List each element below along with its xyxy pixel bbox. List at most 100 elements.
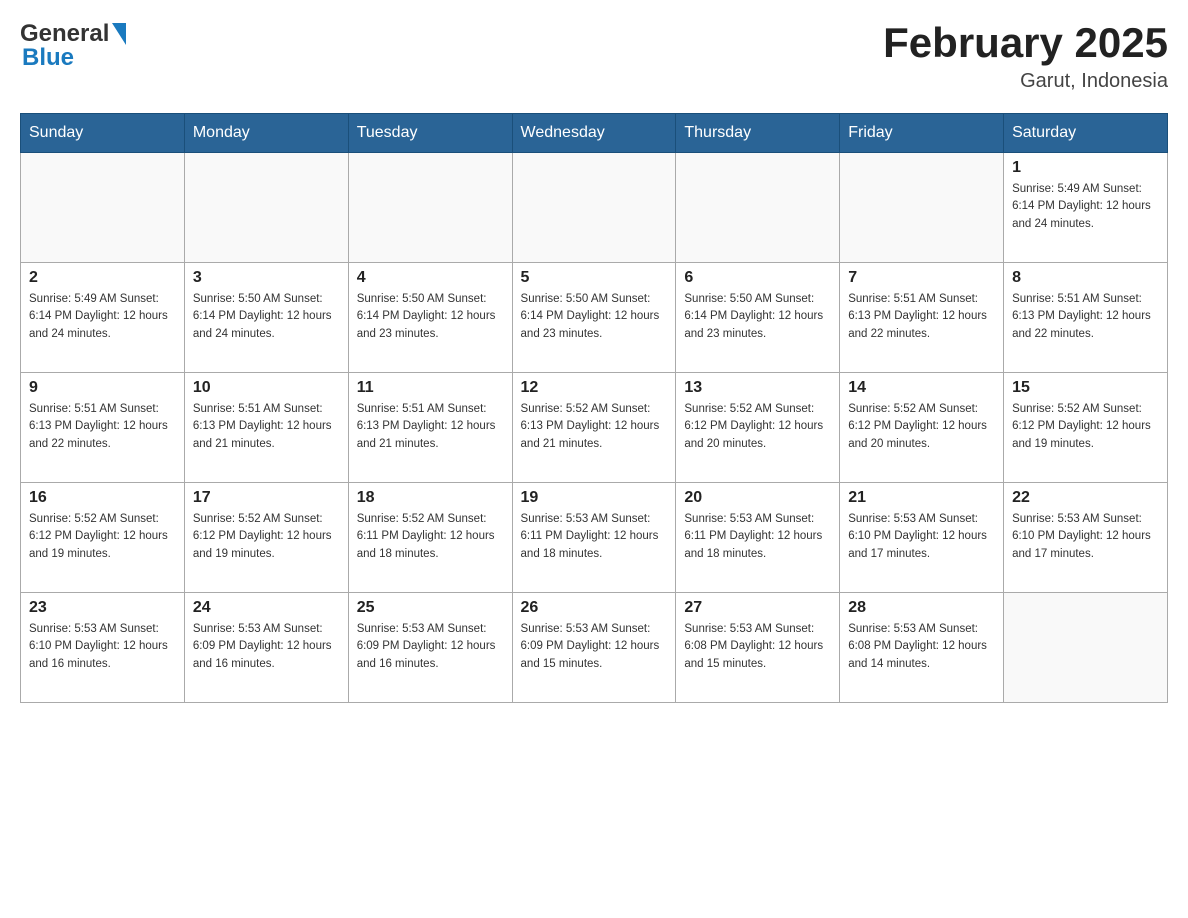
- day-number: 15: [1012, 379, 1159, 397]
- day-number: 22: [1012, 489, 1159, 507]
- calendar-cell: 17 Sunrise: 5:52 AM Sunset: 6:12 PM Dayli…: [184, 483, 348, 593]
- calendar-cell: 5 Sunrise: 5:50 AM Sunset: 6:14 PM Daylig…: [512, 263, 676, 373]
- day-number: 4: [357, 269, 504, 287]
- calendar-cell: 6Sunrise: 5:50 AM Sunset: 6:14 PM Daylig…: [676, 263, 840, 373]
- day-number: 2: [29, 269, 176, 287]
- day-info: Sunrise: 5:50 AM Sunset: 6:14 PM Dayligh…: [357, 291, 504, 343]
- day-info: Sunrise: 5:51 AM Sunset: 6:13 PM Dayligh…: [848, 291, 995, 343]
- calendar-cell: 8 Sunrise: 5:51 AM Sunset: 6:13 PM Daylig…: [1004, 263, 1168, 373]
- col-header-wednesday: Wednesday: [512, 114, 676, 153]
- day-number: 19: [521, 489, 668, 507]
- day-info: Sunrise: 5:52 AM Sunset: 6:12 PM Dayligh…: [29, 511, 176, 563]
- day-number: 13: [684, 379, 831, 397]
- calendar-cell: 26 Sunrise: 5:53 AM Sunset: 6:09 PM Dayli…: [512, 593, 676, 703]
- day-number: 6: [684, 269, 831, 287]
- day-number: 14: [848, 379, 995, 397]
- calendar-cell: [348, 153, 512, 263]
- day-info: Sunrise: 5:52 AM Sunset: 6:12 PM Dayligh…: [193, 511, 340, 563]
- day-number: 23: [29, 599, 176, 617]
- day-info: Sunrise: 5:51 AM Sunset: 6:13 PM Dayligh…: [1012, 291, 1159, 343]
- day-number: 28: [848, 599, 995, 617]
- calendar-table: SundayMondayTuesdayWednesdayThursdayFrid…: [20, 113, 1168, 703]
- day-info: Sunrise: 5:53 AM Sunset: 6:09 PM Dayligh…: [521, 621, 668, 673]
- calendar-cell: [512, 153, 676, 263]
- calendar-cell: 9Sunrise: 5:51 AM Sunset: 6:13 PM Daylig…: [21, 373, 185, 483]
- day-info: Sunrise: 5:51 AM Sunset: 6:13 PM Dayligh…: [29, 401, 176, 453]
- logo-blue-text: Blue: [22, 44, 74, 72]
- calendar-cell: 16 Sunrise: 5:52 AM Sunset: 6:12 PM Dayli…: [21, 483, 185, 593]
- col-header-saturday: Saturday: [1004, 114, 1168, 153]
- calendar-cell: 12 Sunrise: 5:52 AM Sunset: 6:13 PM Dayli…: [512, 373, 676, 483]
- day-info: Sunrise: 5:52 AM Sunset: 6:12 PM Dayligh…: [848, 401, 995, 453]
- day-info: Sunrise: 5:53 AM Sunset: 6:10 PM Dayligh…: [848, 511, 995, 563]
- day-info: Sunrise: 5:53 AM Sunset: 6:08 PM Dayligh…: [848, 621, 995, 673]
- day-info: Sunrise: 5:53 AM Sunset: 6:10 PM Dayligh…: [29, 621, 176, 673]
- day-number: 8: [1012, 269, 1159, 287]
- calendar-cell: 22 Sunrise: 5:53 AM Sunset: 6:10 PM Dayli…: [1004, 483, 1168, 593]
- day-info: Sunrise: 5:53 AM Sunset: 6:10 PM Dayligh…: [1012, 511, 1159, 563]
- calendar-header-row: SundayMondayTuesdayWednesdayThursdayFrid…: [21, 114, 1168, 153]
- calendar-cell: 19 Sunrise: 5:53 AM Sunset: 6:11 PM Dayli…: [512, 483, 676, 593]
- calendar-week-row: 2 Sunrise: 5:49 AM Sunset: 6:14 PM Daylig…: [21, 263, 1168, 373]
- title-area: February 2025 Garut, Indonesia: [883, 20, 1168, 93]
- col-header-thursday: Thursday: [676, 114, 840, 153]
- calendar-cell: 24Sunrise: 5:53 AM Sunset: 6:09 PM Dayli…: [184, 593, 348, 703]
- day-number: 18: [357, 489, 504, 507]
- calendar-cell: 3 Sunrise: 5:50 AM Sunset: 6:14 PM Daylig…: [184, 263, 348, 373]
- calendar-cell: 15 Sunrise: 5:52 AM Sunset: 6:12 PM Dayli…: [1004, 373, 1168, 483]
- calendar-week-row: 1 Sunrise: 5:49 AM Sunset: 6:14 PM Daylig…: [21, 153, 1168, 263]
- calendar-cell: 4 Sunrise: 5:50 AM Sunset: 6:14 PM Daylig…: [348, 263, 512, 373]
- day-info: Sunrise: 5:50 AM Sunset: 6:14 PM Dayligh…: [521, 291, 668, 343]
- header: General Blue February 2025 Garut, Indone…: [20, 20, 1168, 93]
- col-header-sunday: Sunday: [21, 114, 185, 153]
- day-number: 5: [521, 269, 668, 287]
- calendar-cell: [676, 153, 840, 263]
- calendar-week-row: 9Sunrise: 5:51 AM Sunset: 6:13 PM Daylig…: [21, 373, 1168, 483]
- day-info: Sunrise: 5:53 AM Sunset: 6:09 PM Dayligh…: [357, 621, 504, 673]
- calendar-cell: 28 Sunrise: 5:53 AM Sunset: 6:08 PM Dayli…: [840, 593, 1004, 703]
- day-info: Sunrise: 5:50 AM Sunset: 6:14 PM Dayligh…: [193, 291, 340, 343]
- day-info: Sunrise: 5:53 AM Sunset: 6:09 PM Dayligh…: [193, 621, 340, 673]
- day-info: Sunrise: 5:52 AM Sunset: 6:13 PM Dayligh…: [521, 401, 668, 453]
- calendar-cell: [184, 153, 348, 263]
- day-number: 3: [193, 269, 340, 287]
- logo: General Blue: [20, 20, 126, 72]
- calendar-cell: 14 Sunrise: 5:52 AM Sunset: 6:12 PM Dayli…: [840, 373, 1004, 483]
- calendar-cell: 7 Sunrise: 5:51 AM Sunset: 6:13 PM Daylig…: [840, 263, 1004, 373]
- day-number: 11: [357, 379, 504, 397]
- location-title: Garut, Indonesia: [883, 70, 1168, 93]
- col-header-friday: Friday: [840, 114, 1004, 153]
- day-number: 20: [684, 489, 831, 507]
- calendar-cell: [1004, 593, 1168, 703]
- day-number: 27: [684, 599, 831, 617]
- day-info: Sunrise: 5:52 AM Sunset: 6:12 PM Dayligh…: [1012, 401, 1159, 453]
- day-info: Sunrise: 5:49 AM Sunset: 6:14 PM Dayligh…: [1012, 181, 1159, 233]
- day-number: 10: [193, 379, 340, 397]
- day-info: Sunrise: 5:52 AM Sunset: 6:12 PM Dayligh…: [684, 401, 831, 453]
- calendar-cell: [21, 153, 185, 263]
- calendar-cell: 20 Sunrise: 5:53 AM Sunset: 6:11 PM Dayli…: [676, 483, 840, 593]
- day-number: 12: [521, 379, 668, 397]
- col-header-monday: Monday: [184, 114, 348, 153]
- calendar-cell: 27Sunrise: 5:53 AM Sunset: 6:08 PM Dayli…: [676, 593, 840, 703]
- calendar-cell: 18Sunrise: 5:52 AM Sunset: 6:11 PM Dayli…: [348, 483, 512, 593]
- calendar-cell: [840, 153, 1004, 263]
- day-number: 7: [848, 269, 995, 287]
- calendar-cell: 23 Sunrise: 5:53 AM Sunset: 6:10 PM Dayli…: [21, 593, 185, 703]
- day-number: 26: [521, 599, 668, 617]
- calendar-cell: 1 Sunrise: 5:49 AM Sunset: 6:14 PM Daylig…: [1004, 153, 1168, 263]
- calendar-cell: 2 Sunrise: 5:49 AM Sunset: 6:14 PM Daylig…: [21, 263, 185, 373]
- day-info: Sunrise: 5:51 AM Sunset: 6:13 PM Dayligh…: [357, 401, 504, 453]
- day-number: 17: [193, 489, 340, 507]
- day-info: Sunrise: 5:49 AM Sunset: 6:14 PM Dayligh…: [29, 291, 176, 343]
- day-number: 16: [29, 489, 176, 507]
- calendar-week-row: 16 Sunrise: 5:52 AM Sunset: 6:12 PM Dayli…: [21, 483, 1168, 593]
- calendar-cell: 10Sunrise: 5:51 AM Sunset: 6:13 PM Dayli…: [184, 373, 348, 483]
- calendar-cell: 21 Sunrise: 5:53 AM Sunset: 6:10 PM Dayli…: [840, 483, 1004, 593]
- calendar-cell: 11 Sunrise: 5:51 AM Sunset: 6:13 PM Dayli…: [348, 373, 512, 483]
- day-info: Sunrise: 5:53 AM Sunset: 6:11 PM Dayligh…: [684, 511, 831, 563]
- day-info: Sunrise: 5:53 AM Sunset: 6:11 PM Dayligh…: [521, 511, 668, 563]
- day-number: 21: [848, 489, 995, 507]
- day-number: 25: [357, 599, 504, 617]
- day-number: 1: [1012, 159, 1159, 177]
